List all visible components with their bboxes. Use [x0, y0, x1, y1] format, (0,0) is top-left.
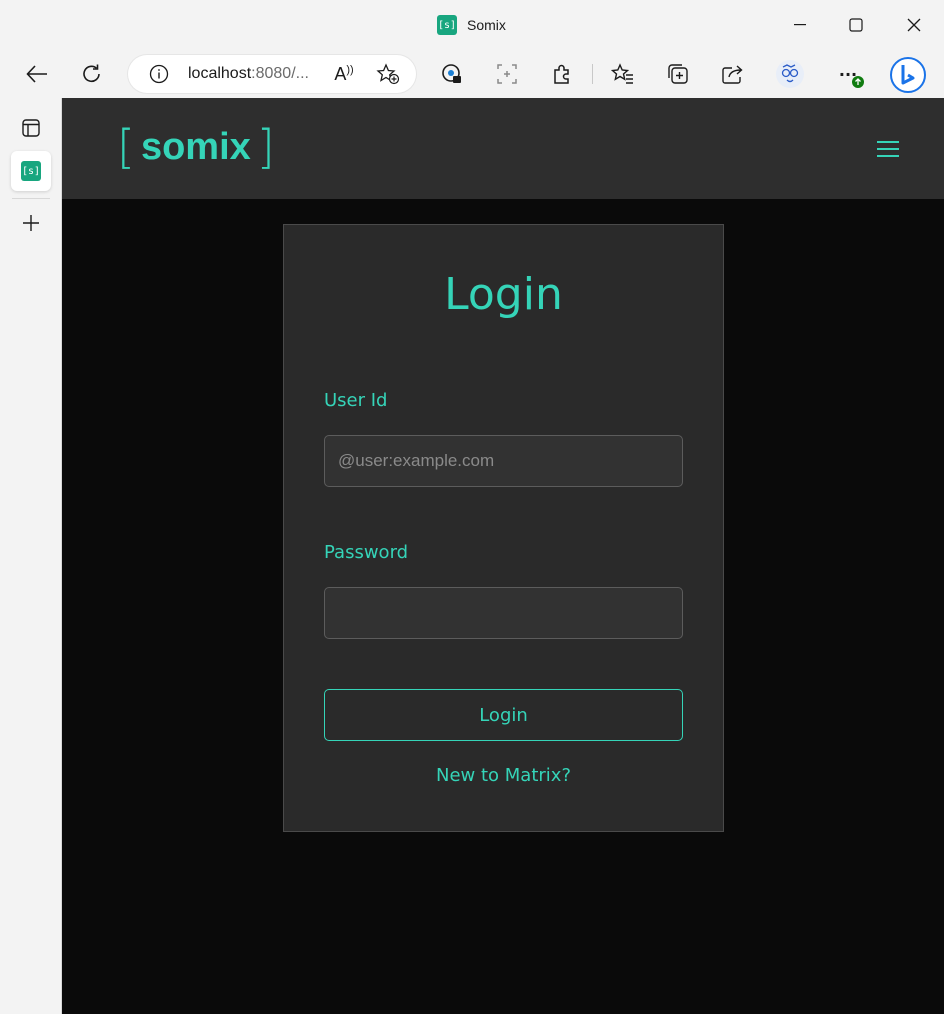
profile-button[interactable]	[774, 58, 806, 90]
password-input[interactable]	[324, 587, 683, 639]
extensions-button[interactable]	[546, 58, 578, 90]
refresh-button[interactable]	[76, 58, 108, 90]
brand-open-bracket: [	[117, 120, 135, 174]
page-viewport: [ somix ] Login User Id Password Login N…	[62, 98, 944, 1014]
favorites-icon	[611, 63, 633, 84]
tab-actions-button[interactable]	[11, 108, 51, 148]
sidebar-tab-somix[interactable]: [s]	[11, 151, 51, 191]
browser-toolbar: localhost:8080/... A)) ···	[0, 50, 944, 98]
extensions-icon	[554, 64, 569, 84]
url-host: localhost	[188, 65, 252, 82]
somix-logo[interactable]: [ somix ]	[117, 124, 275, 170]
brand-close-bracket: ]	[256, 120, 275, 174]
url-path: :8080/...	[251, 65, 309, 82]
minimize-button[interactable]	[780, 8, 820, 42]
share-button[interactable]	[717, 58, 749, 90]
password-label: Password	[324, 542, 409, 563]
user-id-label: User Id	[324, 390, 388, 411]
site-info-button[interactable]	[143, 58, 175, 90]
update-available-icon	[852, 76, 864, 88]
menu-toggle-button[interactable]	[874, 138, 904, 160]
hamburger-line-bottom	[877, 155, 899, 157]
maximize-icon	[849, 18, 863, 32]
refresh-icon	[83, 64, 100, 83]
collections-icon	[668, 64, 688, 84]
add-favorite-button[interactable]	[372, 58, 404, 90]
vertical-tabs-sidebar: [s]	[0, 98, 62, 1014]
screenshot-icon	[497, 64, 517, 84]
collections-button[interactable]	[662, 58, 694, 90]
read-aloud-icon: A))	[334, 64, 353, 85]
somix-tab-favicon-icon: [s]	[21, 161, 41, 181]
bing-chat-button[interactable]	[888, 55, 928, 95]
sidebar-divider	[12, 198, 50, 199]
read-aloud-letter: A	[334, 63, 347, 84]
brand-name: somix	[140, 126, 251, 168]
add-favorite-icon	[376, 63, 400, 85]
maximize-button[interactable]	[836, 8, 876, 42]
info-icon	[149, 64, 169, 84]
hamburger-line-top	[877, 141, 899, 143]
window-title: Somix	[467, 17, 506, 33]
minimize-icon	[794, 24, 806, 26]
read-aloud-button[interactable]: A))	[328, 58, 360, 90]
profile-icon	[776, 60, 804, 88]
close-icon	[907, 18, 921, 32]
favorites-button[interactable]	[607, 58, 639, 90]
new-tab-button[interactable]	[11, 203, 51, 243]
window-title-group: [s] Somix	[437, 15, 506, 35]
toolbar-separator	[592, 64, 593, 84]
settings-more-button[interactable]: ···	[832, 58, 864, 90]
user-id-input[interactable]	[324, 435, 683, 487]
screenshot-button[interactable]	[491, 58, 523, 90]
app-navbar: [ somix ]	[62, 98, 944, 199]
tab-actions-icon	[22, 119, 40, 137]
address-bar[interactable]: localhost:8080/... A))	[128, 55, 416, 93]
window-titlebar: [s] Somix	[0, 0, 944, 50]
somix-favicon-icon: [s]	[437, 15, 457, 35]
close-window-button[interactable]	[894, 8, 934, 42]
back-button[interactable]	[21, 58, 53, 90]
password-icon	[442, 64, 461, 83]
login-button[interactable]: Login	[324, 689, 683, 741]
password-manager-button[interactable]	[436, 58, 468, 90]
url-text: localhost:8080/...	[188, 65, 309, 83]
login-card: Login User Id Password Login New to Matr…	[283, 224, 724, 832]
share-icon	[722, 65, 743, 84]
register-link[interactable]: New to Matrix?	[284, 765, 723, 786]
new-tab-icon	[23, 215, 39, 231]
bing-icon	[890, 57, 926, 93]
back-icon	[26, 65, 47, 83]
login-title: Login	[444, 269, 563, 320]
read-aloud-waves: ))	[346, 63, 354, 76]
hamburger-line-middle	[877, 148, 899, 150]
